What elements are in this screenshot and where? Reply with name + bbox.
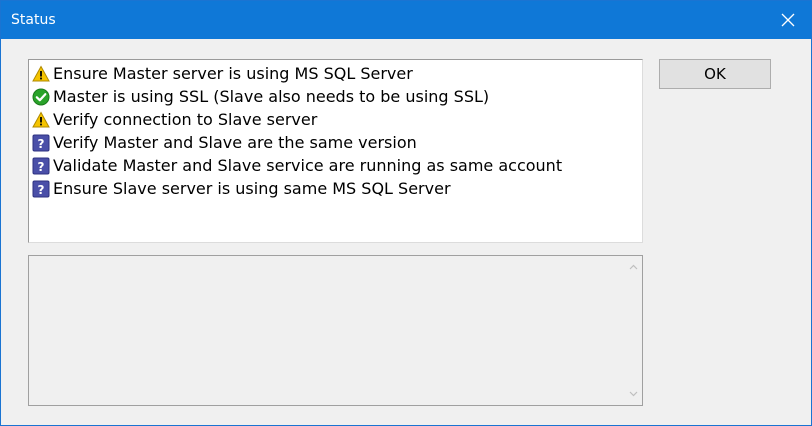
list-item-label: Ensure Master server is using MS SQL Ser…: [53, 64, 413, 83]
warning-icon: [32, 110, 50, 127]
ok-button[interactable]: OK: [659, 59, 771, 89]
scroll-up-icon[interactable]: [628, 262, 639, 273]
question-icon: ?: [32, 157, 50, 174]
close-button[interactable]: [765, 1, 811, 39]
scroll-down-icon[interactable]: [628, 388, 639, 399]
list-item[interactable]: ? Validate Master and Slave service are …: [32, 154, 642, 177]
dialog-body: Ensure Master server is using MS SQL Ser…: [1, 39, 811, 425]
list-item[interactable]: Verify connection to Slave server: [32, 108, 642, 131]
question-icon: ?: [32, 134, 50, 151]
list-item[interactable]: ? Ensure Slave server is using same MS S…: [32, 177, 642, 200]
success-check-icon: [32, 88, 50, 105]
list-item-label: Master is using SSL (Slave also needs to…: [53, 87, 490, 106]
title-bar[interactable]: Status: [1, 1, 811, 39]
warning-icon: [32, 64, 50, 81]
status-list[interactable]: Ensure Master server is using MS SQL Ser…: [28, 59, 643, 243]
vertical-scrollbar[interactable]: [625, 256, 642, 405]
window-title: Status: [11, 12, 56, 28]
svg-text:?: ?: [38, 182, 45, 196]
details-textarea[interactable]: [28, 255, 643, 406]
list-item-label: Verify connection to Slave server: [53, 110, 318, 129]
list-item-label: Verify Master and Slave are the same ver…: [53, 133, 417, 152]
list-item-label: Validate Master and Slave service are ru…: [53, 156, 563, 175]
list-item-label: Ensure Slave server is using same MS SQL…: [53, 179, 451, 198]
close-icon: [781, 13, 795, 27]
status-dialog: Status Ensure Master server is using MS …: [0, 0, 812, 426]
list-item[interactable]: Master is using SSL (Slave also needs to…: [32, 85, 642, 108]
list-item[interactable]: Ensure Master server is using MS SQL Ser…: [32, 62, 642, 85]
list-item[interactable]: ? Verify Master and Slave are the same v…: [32, 131, 642, 154]
svg-text:?: ?: [38, 159, 45, 173]
question-icon: ?: [32, 180, 50, 197]
svg-text:?: ?: [38, 136, 45, 150]
